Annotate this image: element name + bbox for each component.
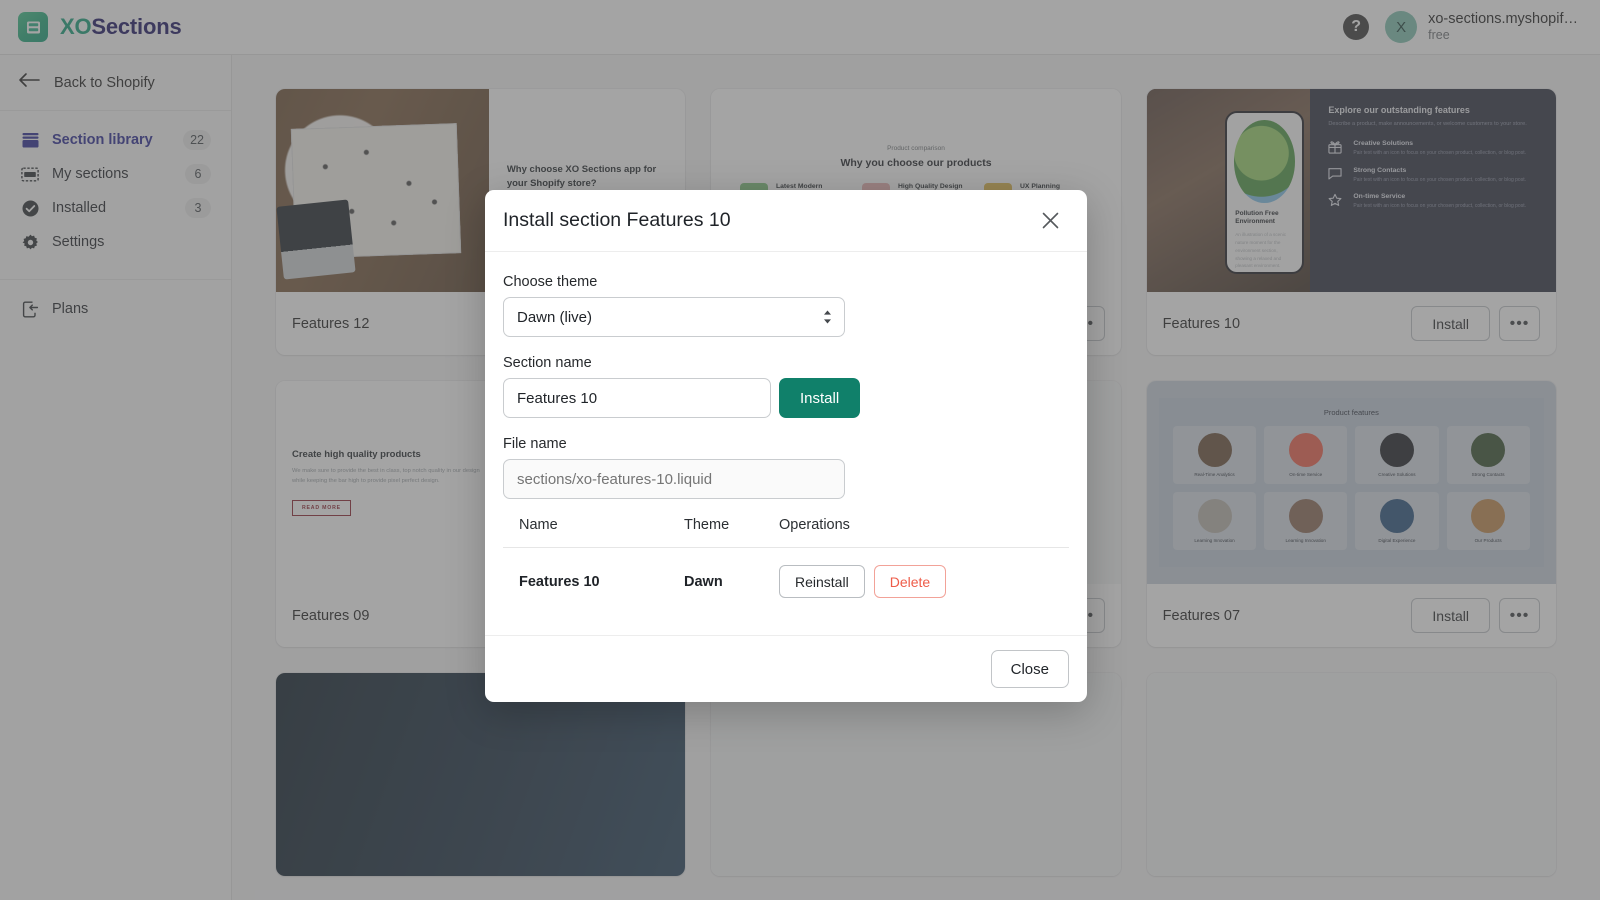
choose-theme-label: Choose theme — [503, 274, 598, 290]
cell-operations: Reinstall Delete — [779, 565, 947, 598]
install-section-modal: Install section Features 10 Choose theme… — [485, 190, 1087, 702]
file-name-block: File name — [503, 436, 1069, 499]
install-button[interactable]: Install — [779, 378, 861, 418]
delete-button[interactable]: Delete — [873, 565, 947, 598]
table-row: Features 10 Dawn Reinstall Delete — [503, 547, 1069, 615]
chevron-updown-icon — [823, 310, 832, 324]
file-name-input[interactable] — [503, 459, 845, 499]
section-name-input[interactable] — [503, 378, 771, 418]
column-header-name: Name — [519, 517, 558, 533]
theme-select[interactable]: Dawn (live) — [503, 297, 845, 337]
cell-theme: Dawn — [684, 573, 723, 590]
reinstall-button[interactable]: Reinstall — [779, 565, 865, 598]
modal-footer: Close — [485, 635, 1087, 702]
theme-select-wrapper: Dawn (live) — [503, 297, 845, 337]
modal-title: Install section Features 10 — [503, 209, 731, 231]
section-name-row: Install — [503, 378, 1069, 418]
close-icon[interactable] — [1037, 208, 1063, 234]
installed-sections-table: Name Theme Operations Features 10 Dawn R… — [503, 517, 1069, 615]
column-header-operations: Operations — [779, 517, 850, 533]
close-button[interactable]: Close — [990, 650, 1069, 688]
cell-name: Features 10 — [519, 573, 600, 590]
modal-header: Install section Features 10 — [485, 190, 1087, 252]
modal-body: Choose theme Dawn (live) Section name In… — [485, 252, 1087, 635]
app-root: XOSections ? X xo-sections.myshopif… fre… — [0, 0, 1600, 900]
column-header-theme: Theme — [684, 517, 730, 533]
table-header: Name Theme Operations — [503, 517, 1069, 547]
file-name-label: File name — [503, 436, 567, 452]
section-name-label: Section name — [503, 355, 592, 371]
